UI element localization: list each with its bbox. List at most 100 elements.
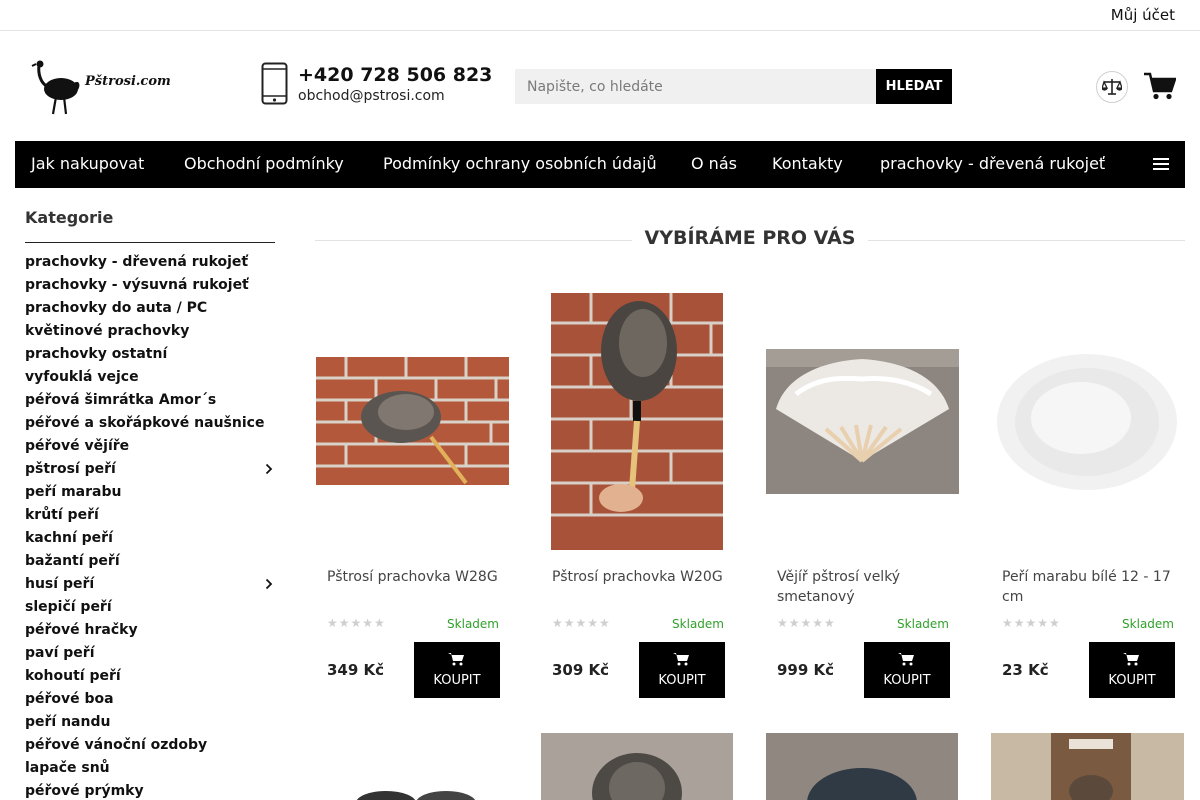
product-name[interactable]: Peří marabu bílé 12 - 17 cm bbox=[1002, 567, 1177, 607]
cart-icon bbox=[898, 653, 914, 666]
cart-icon bbox=[1123, 653, 1139, 666]
product-image[interactable] bbox=[991, 340, 1184, 500]
category-item[interactable]: peří nandu bbox=[25, 714, 275, 737]
buy-label: KOUPIT bbox=[433, 673, 481, 688]
my-account-link[interactable]: Můj účet bbox=[1111, 6, 1175, 24]
contact-email[interactable]: obchod@pstrosi.com bbox=[298, 88, 445, 104]
stock-status: Skladem bbox=[447, 617, 499, 631]
chevron-right-icon[interactable] bbox=[265, 578, 273, 590]
category-item[interactable]: prachovky do auta / PC bbox=[25, 300, 275, 323]
product-price: 23 Kč bbox=[1002, 661, 1049, 679]
product-card: Vějíř pštrosí velký smetanový ★★★★★ Skla… bbox=[766, 300, 959, 730]
category-item[interactable]: peří marabu bbox=[25, 484, 275, 507]
product-image[interactable] bbox=[316, 357, 509, 485]
category-item[interactable]: vyfouklá vejce bbox=[25, 369, 275, 392]
nav-item-ochrana-udaju[interactable]: Podmínky ochrany osobních údajů bbox=[383, 154, 657, 173]
product-price: 999 Kč bbox=[777, 661, 835, 679]
product-image[interactable] bbox=[541, 733, 733, 800]
buy-label: KOUPIT bbox=[883, 673, 931, 688]
category-item[interactable]: prachovky ostatní bbox=[25, 346, 275, 369]
product-name[interactable]: Pštrosí prachovka W28G bbox=[327, 567, 502, 587]
duster-photo bbox=[316, 357, 509, 485]
category-item[interactable]: péřové vějíře bbox=[25, 438, 275, 461]
rating-stars: ★★★★★ bbox=[327, 616, 386, 630]
cart-icon bbox=[448, 653, 464, 666]
product-image[interactable] bbox=[991, 733, 1184, 800]
nav-item-kontakty[interactable]: Kontakty bbox=[772, 154, 843, 173]
category-item[interactable]: bažantí peří bbox=[25, 553, 275, 576]
category-item[interactable]: prachovky - dřevená rukojeť bbox=[25, 254, 275, 277]
category-item[interactable]: prachovky - výsuvná rukojeť bbox=[25, 277, 275, 300]
category-item[interactable]: péřové boa bbox=[25, 691, 275, 714]
stock-status: Skladem bbox=[672, 617, 724, 631]
sidebar-title: Kategorie bbox=[25, 208, 275, 243]
category-item[interactable]: kachní peří bbox=[25, 530, 275, 553]
buy-button[interactable]: KOUPIT bbox=[864, 642, 950, 698]
product-price: 309 Kč bbox=[552, 661, 610, 679]
hamburger-menu-icon[interactable] bbox=[1153, 157, 1169, 171]
buy-button[interactable]: KOUPIT bbox=[639, 642, 725, 698]
section-heading: VYBÍRÁME PRO VÁS bbox=[315, 227, 1185, 253]
buy-label: KOUPIT bbox=[658, 673, 706, 688]
duster-photo bbox=[551, 293, 723, 550]
product-card: Pštrosí prachovka W20G ★★★★★ Skladem 309… bbox=[541, 293, 734, 730]
category-label: pštrosí peří bbox=[25, 461, 116, 477]
site-logo[interactable]: Pštrosi.com bbox=[30, 59, 175, 115]
category-item[interactable]: kohoutí peří bbox=[25, 668, 275, 691]
nav-item-prachovky-drevena[interactable]: prachovky - dřevená rukojeť bbox=[880, 154, 1105, 173]
category-item[interactable]: péřové hračky bbox=[25, 622, 275, 645]
category-item[interactable]: péřové prýmky bbox=[25, 783, 275, 800]
nav-item-o-nas[interactable]: O nás bbox=[691, 154, 737, 173]
nav-item-jak-nakupovat[interactable]: Jak nakupovat bbox=[31, 154, 144, 173]
category-item[interactable]: péřové vánoční ozdoby bbox=[25, 737, 275, 760]
buy-button[interactable]: KOUPIT bbox=[1089, 642, 1175, 698]
contact-phone[interactable]: +420 728 506 823 bbox=[298, 64, 492, 86]
category-item-expandable[interactable]: pštrosí peří bbox=[25, 461, 275, 484]
product-price: 349 Kč bbox=[327, 661, 385, 679]
product-image[interactable] bbox=[316, 733, 509, 800]
category-item[interactable]: krůtí peří bbox=[25, 507, 275, 530]
category-list: prachovky - dřevená rukojeť prachovky - … bbox=[25, 243, 275, 800]
category-item[interactable]: květinové prachovky bbox=[25, 323, 275, 346]
category-label: husí peří bbox=[25, 576, 95, 592]
compare-button[interactable] bbox=[1096, 71, 1128, 103]
logo-text: Pštrosi.com bbox=[85, 74, 171, 89]
category-item[interactable]: slepičí peří bbox=[25, 599, 275, 622]
product-card: Peří marabu bílé 12 - 17 cm ★★★★★ Sklade… bbox=[991, 300, 1184, 730]
product-name[interactable]: Vějíř pštrosí velký smetanový bbox=[777, 567, 952, 607]
scales-icon bbox=[1102, 79, 1122, 95]
cart-icon bbox=[1144, 72, 1176, 100]
cart-icon bbox=[673, 653, 689, 666]
ostrich-icon bbox=[31, 60, 80, 115]
main-navigation: Jak nakupovat Obchodní podmínky Podmínky… bbox=[15, 141, 1185, 188]
category-item-expandable[interactable]: husí peří bbox=[25, 576, 275, 599]
buy-label: KOUPIT bbox=[1108, 673, 1156, 688]
top-bar: Můj účet bbox=[0, 0, 1200, 31]
search-input[interactable] bbox=[515, 69, 876, 104]
product-image[interactable] bbox=[551, 293, 723, 550]
product-name[interactable]: Pštrosí prachovka W20G bbox=[552, 567, 727, 587]
product-image[interactable] bbox=[766, 733, 958, 800]
category-item[interactable]: péřové a skořápkové naušnice bbox=[25, 415, 275, 438]
product-image[interactable] bbox=[766, 349, 959, 494]
buy-button[interactable]: KOUPIT bbox=[414, 642, 500, 698]
nav-item-obchodni-podminky[interactable]: Obchodní podmínky bbox=[184, 154, 344, 173]
chevron-right-icon[interactable] bbox=[265, 463, 273, 475]
stock-status: Skladem bbox=[1122, 617, 1174, 631]
product-photo-partial bbox=[991, 733, 1184, 800]
stock-status: Skladem bbox=[897, 617, 949, 631]
rating-stars: ★★★★★ bbox=[777, 616, 836, 630]
category-item[interactable]: lapače snů bbox=[25, 760, 275, 783]
product-photo-partial bbox=[766, 733, 958, 800]
fan-photo bbox=[766, 349, 959, 494]
section-title: VYBÍRÁME PRO VÁS bbox=[644, 227, 856, 249]
marabou-photo bbox=[991, 340, 1184, 500]
search-button[interactable]: HLEDAT bbox=[876, 69, 952, 104]
category-sidebar: Kategorie prachovky - dřevená rukojeť pr… bbox=[25, 208, 275, 800]
category-item[interactable]: paví peří bbox=[25, 645, 275, 668]
cart-button[interactable] bbox=[1142, 70, 1178, 102]
category-item[interactable]: péřová šimrátka Amor´s bbox=[25, 392, 275, 415]
product-photo-partial bbox=[316, 733, 509, 800]
product-photo-partial bbox=[541, 733, 733, 800]
phone-icon bbox=[261, 62, 288, 105]
